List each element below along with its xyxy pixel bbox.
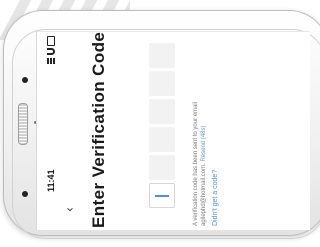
note-line-2: agilephd@hotmail.com. Resend (48s) <box>200 102 208 227</box>
code-input-group <box>149 41 175 209</box>
resend-link[interactable]: Resend (48s) <box>201 126 207 162</box>
status-icons <box>47 36 55 66</box>
signal-icon <box>47 58 55 64</box>
phone-screen: 11:41 ‹ Enter Verification Code A verifi… <box>36 31 310 230</box>
battery-icon <box>47 36 55 46</box>
proximity-sensor <box>22 191 28 197</box>
code-digit-input-active[interactable] <box>149 183 175 208</box>
wifi-icon <box>47 48 55 55</box>
note-line-1: A verification code has been sent to you… <box>193 101 199 226</box>
verification-note: A verification code has been sent to you… <box>192 102 208 226</box>
speaker-grille <box>18 103 28 145</box>
title-text: Enter Verification Code <box>89 31 108 228</box>
chevron-down-icon[interactable]: ‹ <box>62 207 77 211</box>
note-email: agilephd@hotmail.com. <box>201 163 207 226</box>
text-cursor <box>155 195 169 197</box>
code-digit-input[interactable] <box>149 127 175 152</box>
front-camera <box>22 77 28 83</box>
code-digit-input[interactable] <box>149 43 175 68</box>
status-time: 11:41 <box>46 169 56 192</box>
code-digit-input[interactable] <box>149 99 175 124</box>
page-title: Enter Verification Code <box>89 32 109 228</box>
code-digit-input[interactable] <box>149 155 175 180</box>
code-digit-input[interactable] <box>149 71 175 96</box>
didnt-get-code-link[interactable]: Didn't get a code? <box>212 170 219 226</box>
